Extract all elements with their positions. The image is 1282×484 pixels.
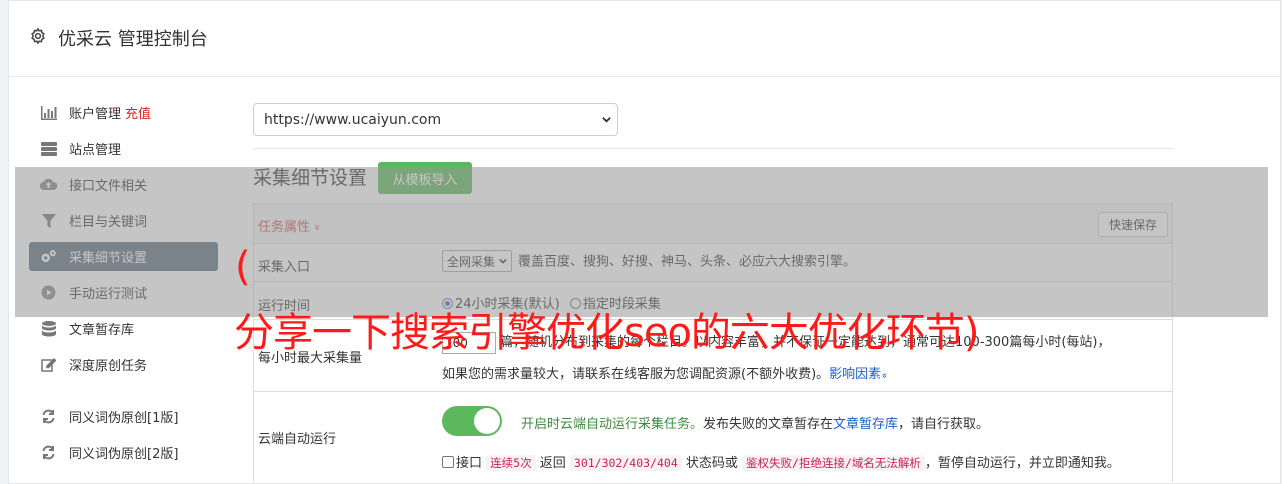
refresh-icon (40, 444, 57, 461)
play-circle-icon (40, 284, 57, 301)
table-row: 云端自动运行 开启时云端自动运行采集任务。发布失败的文章暂存在文章暂存库，请自行… (254, 392, 1172, 482)
sidebar-item-account[interactable]: 账户管理 充值 (29, 98, 218, 127)
chevron-down-icon (602, 117, 611, 123)
header: 优采云 管理控制台 (9, 1, 1280, 77)
sidebar-item-sites[interactable]: 站点管理 (29, 134, 218, 163)
edit-icon (40, 356, 57, 373)
gear-icon (31, 27, 45, 45)
task-properties-toggle[interactable]: 任务属性 » (258, 216, 325, 235)
chevron-down-icon: » (878, 372, 890, 379)
sidebar-item-label: 采集细节设置 (69, 251, 148, 266)
sidebar-item-collect-settings[interactable]: 采集细节设置 (29, 242, 218, 271)
sidebar-item-label: 同义词伪原创[2版] (69, 447, 179, 462)
recharge-link[interactable]: 充值 (125, 103, 151, 122)
sidebar: 账户管理 充值 站点管理 接口文件相关 栏目与关键词 采集细节设置 手动运行测试… (29, 98, 218, 474)
bar-chart-icon (40, 104, 57, 121)
page-title: 优采云 管理控制台 (58, 29, 208, 50)
chevron-down-icon (499, 258, 507, 264)
interface-pause-checkbox[interactable] (442, 456, 454, 468)
sidebar-item-article-storage[interactable]: 文章暂存库 (29, 314, 218, 343)
import-template-button[interactable]: 从模板导入 (378, 162, 472, 194)
cloud-upload-icon (40, 176, 57, 193)
article-storage-link[interactable]: 文章暂存库 (833, 417, 898, 432)
entry-description: 覆盖百度、搜狗、好搜、神马、头条、必应六大搜索引擎。 (518, 254, 857, 270)
row-label: 采集入口 (258, 260, 311, 275)
site-select[interactable]: https://www.ucaiyun.com (253, 103, 618, 136)
sidebar-item-columns-keywords[interactable]: 栏目与关键词 (29, 206, 218, 235)
row-label: 云端自动运行 (258, 432, 337, 447)
sidebar-item-label: 文章暂存库 (69, 323, 135, 338)
collect-entry-select[interactable]: 全网采集 (442, 250, 513, 272)
filter-icon (40, 212, 57, 229)
sidebar-item-synonym-v1[interactable]: 同义词伪原创[1版] (29, 402, 218, 431)
table-row: 采集入口 全网采集 覆盖百度、搜狗、好搜、神马、头条、必应六大搜索引擎。 (254, 244, 1172, 282)
sidebar-item-label: 栏目与关键词 (69, 215, 148, 230)
sidebar-item-label: 账户管理 (69, 107, 122, 122)
section-title: 采集细节设置 (253, 167, 368, 189)
site-select-value: https://www.ucaiyun.com (264, 111, 442, 128)
console-card: 优采云 管理控制台 账户管理 充值 站点管理 接口文件相关 栏目与关键词 采集细… (8, 0, 1281, 484)
server-icon (40, 140, 57, 157)
cloud-auto-run-toggle[interactable] (442, 406, 502, 436)
overlay-title: 分享一下搜索引擎优化seo的六大优化环节) (234, 310, 980, 356)
table-header: 任务属性 » 快速保存 (254, 204, 1172, 244)
gears-icon (40, 248, 57, 265)
sidebar-item-label: 手动运行测试 (69, 287, 148, 302)
overlay-paren: ( (235, 244, 251, 290)
chevron-down-icon: » (311, 224, 325, 231)
quick-save-button[interactable]: 快速保存 (1098, 212, 1168, 237)
sidebar-item-manual-run[interactable]: 手动运行测试 (29, 278, 218, 307)
sidebar-item-synonym-v2[interactable]: 同义词伪原创[2版] (29, 438, 218, 467)
sidebar-item-interface-files[interactable]: 接口文件相关 (29, 170, 218, 199)
influence-factors-link[interactable]: 影响因素» (829, 367, 890, 382)
sidebar-item-label: 站点管理 (69, 143, 122, 158)
refresh-icon (40, 408, 57, 425)
sidebar-item-label: 同义词伪原创[1版] (69, 411, 179, 426)
sidebar-item-deep-original[interactable]: 深度原创任务 (29, 350, 218, 379)
sidebar-item-label: 深度原创任务 (69, 359, 148, 374)
database-icon (40, 320, 57, 337)
divider (253, 148, 1173, 149)
sidebar-item-label: 接口文件相关 (69, 179, 148, 194)
